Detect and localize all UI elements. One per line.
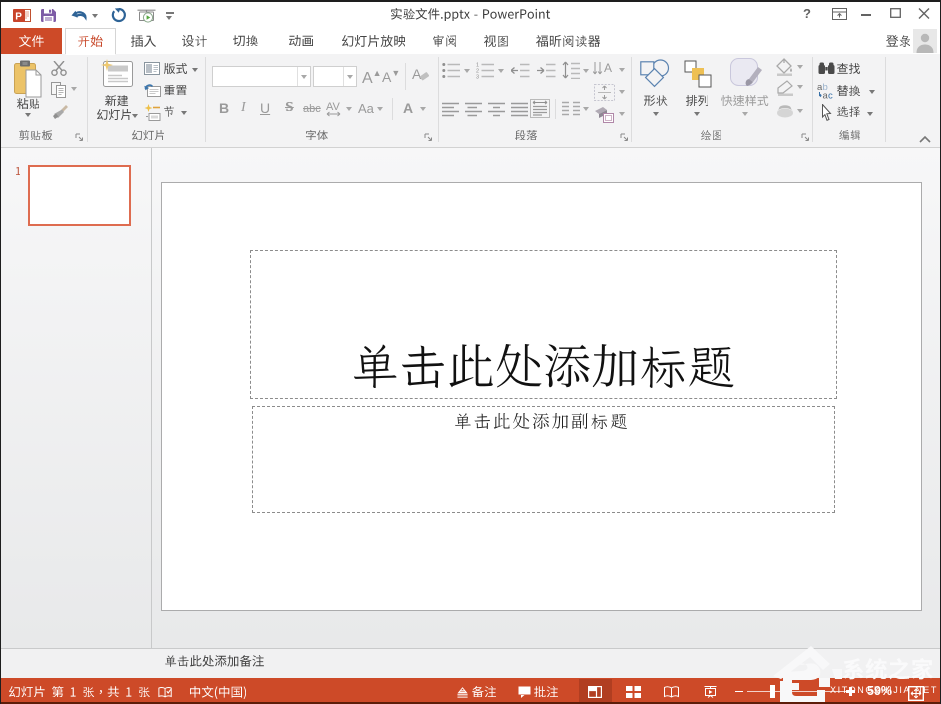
svg-text:P: P — [15, 12, 22, 23]
svg-text:c: c — [828, 91, 833, 100]
svg-text:A: A — [604, 61, 612, 75]
svg-text:A: A — [412, 66, 422, 82]
svg-text:AV: AV — [326, 101, 341, 113]
svg-text:3: 3 — [476, 75, 479, 79]
